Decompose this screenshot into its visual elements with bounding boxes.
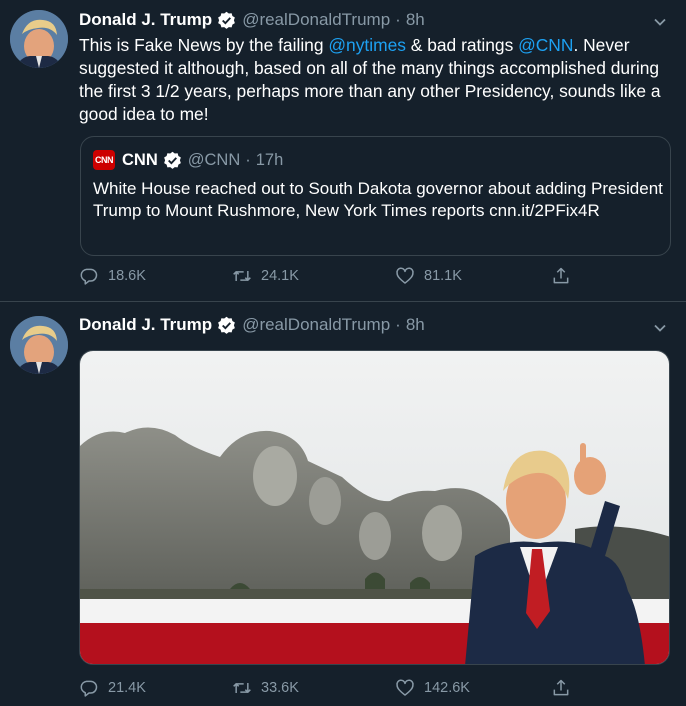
avatar[interactable] bbox=[10, 316, 68, 374]
quote-header: CNN CNN @CNN · 17h bbox=[93, 149, 283, 171]
tweet[interactable]: Donald J. Trump @realDonaldTrump · 8h 21… bbox=[0, 302, 686, 706]
like-button[interactable]: 81.1K bbox=[395, 266, 462, 286]
share-button[interactable] bbox=[551, 678, 580, 698]
share-button[interactable] bbox=[551, 266, 580, 286]
tweet-text: This is Fake News by the failing @nytime… bbox=[79, 35, 661, 124]
reply-button[interactable]: 21.4K bbox=[79, 678, 146, 698]
cnn-logo: CNN bbox=[93, 150, 115, 170]
retweet-count: 33.6K bbox=[261, 680, 299, 696]
tweet-header: Donald J. Trump @realDonaldTrump · 8h bbox=[79, 313, 425, 337]
tweet-header: Donald J. Trump @realDonaldTrump · 8h bbox=[79, 8, 425, 32]
author-handle[interactable]: @realDonaldTrump bbox=[242, 315, 390, 335]
action-bar: 21.4K 33.6K 142.6K bbox=[79, 678, 579, 702]
quote-author-name: CNN bbox=[122, 150, 158, 169]
tweet-photo[interactable] bbox=[79, 350, 670, 665]
reply-icon bbox=[80, 268, 98, 285]
separator: · bbox=[245, 150, 251, 169]
mention-link[interactable]: @nytimes bbox=[328, 35, 406, 55]
tweet[interactable]: Donald J. Trump @realDonaldTrump · 8h Th… bbox=[0, 0, 686, 301]
reply-icon bbox=[80, 680, 98, 697]
like-count: 142.6K bbox=[424, 680, 470, 696]
share-icon bbox=[553, 267, 569, 284]
reply-button[interactable]: 18.6K bbox=[79, 266, 146, 286]
author-name[interactable]: Donald J. Trump bbox=[79, 10, 212, 30]
reply-count: 18.6K bbox=[108, 268, 146, 284]
author-handle[interactable]: @realDonaldTrump bbox=[242, 10, 390, 30]
retweet-icon bbox=[233, 683, 251, 693]
reply-count: 21.4K bbox=[108, 680, 146, 696]
author-name[interactable]: Donald J. Trump bbox=[79, 315, 212, 335]
retweet-button[interactable]: 24.1K bbox=[232, 266, 299, 286]
like-button[interactable]: 142.6K bbox=[395, 678, 470, 698]
retweet-count: 24.1K bbox=[261, 268, 299, 284]
action-bar: 18.6K 24.1K 81.1K bbox=[79, 266, 579, 290]
quote-author-handle: @CNN bbox=[187, 150, 241, 169]
verified-badge-icon bbox=[217, 11, 236, 30]
separator: · bbox=[395, 10, 401, 29]
like-count: 81.1K bbox=[424, 268, 462, 284]
quote-text: White House reached out to South Dakota … bbox=[93, 179, 663, 220]
avatar[interactable] bbox=[10, 10, 68, 68]
quote-timestamp: 17h bbox=[255, 150, 284, 169]
chevron-down-icon[interactable] bbox=[652, 320, 668, 336]
verified-badge-icon bbox=[163, 151, 182, 170]
like-icon bbox=[396, 267, 414, 284]
share-icon bbox=[553, 679, 569, 696]
chevron-down-icon[interactable] bbox=[652, 14, 668, 30]
retweet-button[interactable]: 33.6K bbox=[232, 678, 299, 698]
quoted-tweet[interactable]: CNN CNN @CNN · 17h White House reached o… bbox=[80, 136, 671, 256]
like-icon bbox=[396, 679, 414, 696]
timestamp[interactable]: 8h bbox=[406, 315, 425, 335]
timestamp[interactable]: 8h bbox=[406, 10, 425, 30]
retweet-icon bbox=[233, 271, 251, 281]
separator: · bbox=[395, 315, 401, 334]
mention-link[interactable]: @CNN bbox=[518, 35, 573, 55]
verified-badge-icon bbox=[217, 316, 236, 335]
